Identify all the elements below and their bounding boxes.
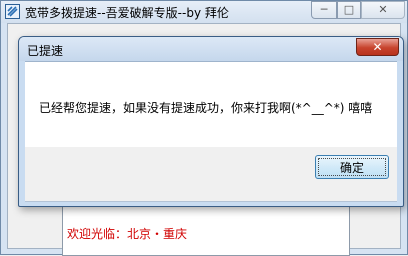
dialog-close-button[interactable]: ✕ bbox=[356, 38, 399, 56]
main-close-button[interactable]: ✕ bbox=[361, 1, 405, 19]
main-titlebar[interactable]: 宽带多拨提速--吾爱破解专版--by 拜伦 ─ □ ✕ bbox=[1, 1, 407, 23]
app-icon bbox=[5, 4, 20, 19]
minimize-button[interactable]: ─ bbox=[311, 1, 337, 19]
main-window-title: 宽带多拨提速--吾爱破解专版--by 拜伦 bbox=[25, 6, 229, 20]
dialog-body: 已经帮您提速，如果没有提速成功，你来打我啊(*^__^*) 嘻嘻 bbox=[25, 61, 397, 148]
dialog-message: 已经帮您提速，如果没有提速成功，你来打我啊(*^__^*) 嘻嘻 bbox=[39, 101, 373, 115]
dialog-footer: 确定 bbox=[25, 147, 397, 202]
message-dialog: 已提速 ✕ 已经帮您提速，如果没有提速成功，你来打我啊(*^__^*) 嘻嘻 确… bbox=[18, 36, 404, 207]
log-textbox[interactable]: 欢迎光临：北京・重庆 bbox=[62, 204, 350, 256]
dialog-title: 已提速 bbox=[27, 44, 64, 58]
ok-button[interactable]: 确定 bbox=[315, 155, 389, 179]
maximize-button[interactable]: □ bbox=[337, 1, 361, 19]
dialog-titlebar[interactable]: 已提速 ✕ bbox=[19, 37, 403, 61]
log-text: 欢迎光临：北京・重庆 bbox=[67, 227, 188, 241]
